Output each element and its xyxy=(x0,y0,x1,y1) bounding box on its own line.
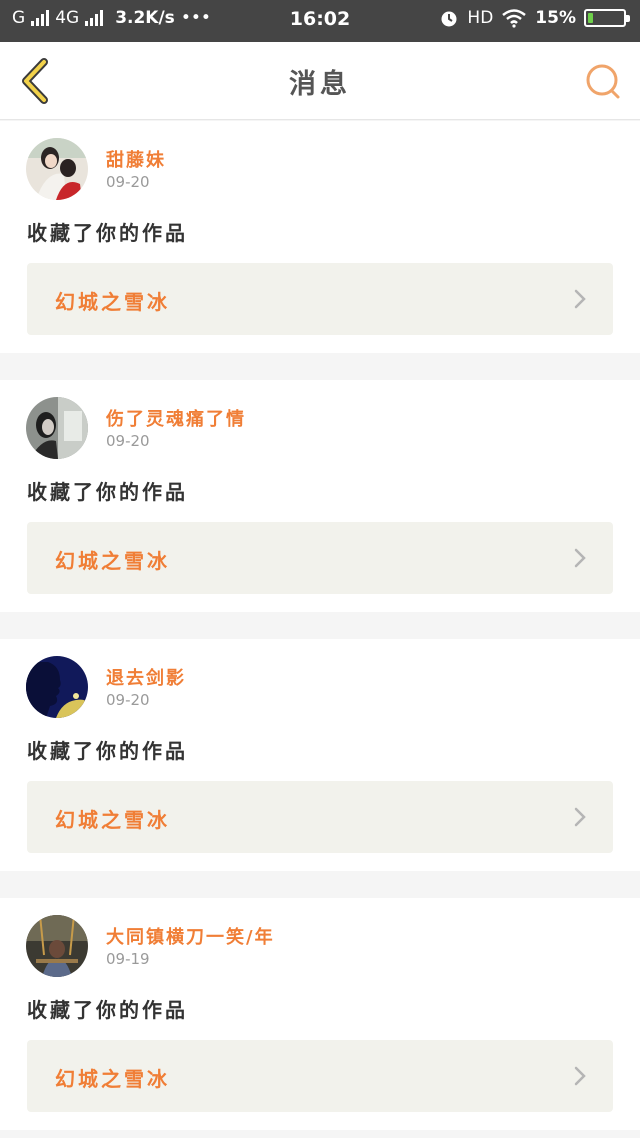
battery-percent: 15% xyxy=(535,8,576,28)
message-action: 收藏了你的作品 xyxy=(27,221,188,245)
message-card: 退去剑影 09-20 收藏了你的作品 幻城之雪冰 xyxy=(0,639,640,871)
chevron-right-icon xyxy=(574,548,586,568)
message-date: 09-20 xyxy=(106,432,150,450)
message-date: 09-20 xyxy=(106,173,150,191)
message-card: 大同镇横刀一笑/年 09-19 收藏了你的作品 幻城之雪冰 xyxy=(0,898,640,1130)
work-title: 幻城之雪冰 xyxy=(55,549,170,573)
message-action: 收藏了你的作品 xyxy=(27,480,188,504)
user-name[interactable]: 大同镇横刀一笑/年 xyxy=(106,923,275,949)
work-title: 幻城之雪冰 xyxy=(55,808,170,832)
user-name[interactable]: 退去剑影 xyxy=(106,664,186,690)
message-card: 伤了灵魂痛了情 09-20 收藏了你的作品 幻城之雪冰 xyxy=(0,380,640,612)
wifi-icon xyxy=(502,9,527,28)
battery-fill xyxy=(588,13,593,23)
avatar[interactable] xyxy=(26,397,88,459)
work-link[interactable]: 幻城之雪冰 xyxy=(27,781,613,853)
message-date: 09-20 xyxy=(106,691,150,709)
search-icon xyxy=(586,64,620,99)
top-navigation-bar: 消息 xyxy=(0,42,640,120)
message-date: 09-19 xyxy=(106,950,150,968)
message-action: 收藏了你的作品 xyxy=(27,739,188,763)
chevron-right-icon xyxy=(574,289,586,309)
message-card: 甜藤妹 09-20 收藏了你的作品 幻城之雪冰 xyxy=(0,121,640,353)
chevron-right-icon xyxy=(574,1066,586,1086)
user-name[interactable]: 伤了灵魂痛了情 xyxy=(106,405,246,431)
message-action: 收藏了你的作品 xyxy=(27,998,188,1022)
work-link[interactable]: 幻城之雪冰 xyxy=(27,1040,613,1112)
battery-icon xyxy=(584,9,630,27)
avatar[interactable] xyxy=(26,915,88,977)
page-title: 消息 xyxy=(289,69,351,100)
user-name[interactable]: 甜藤妹 xyxy=(106,146,166,172)
work-link[interactable]: 幻城之雪冰 xyxy=(27,522,613,594)
work-link[interactable]: 幻城之雪冰 xyxy=(27,263,613,335)
alarm-icon xyxy=(441,11,457,27)
status-right: HD 15% xyxy=(439,8,630,28)
status-bar: G 4G 3.2K/s ••• 16:02 HD 15% xyxy=(0,0,640,42)
hd-label: HD xyxy=(467,8,494,28)
message-list: 甜藤妹 09-20 收藏了你的作品 幻城之雪冰 伤了灵魂痛了情 09-20 收藏… xyxy=(0,121,640,1138)
avatar[interactable] xyxy=(26,138,88,200)
work-title: 幻城之雪冰 xyxy=(55,1067,170,1091)
work-title: 幻城之雪冰 xyxy=(55,290,170,314)
chevron-right-icon xyxy=(574,807,586,827)
avatar[interactable] xyxy=(26,656,88,718)
search-button[interactable] xyxy=(582,60,626,104)
